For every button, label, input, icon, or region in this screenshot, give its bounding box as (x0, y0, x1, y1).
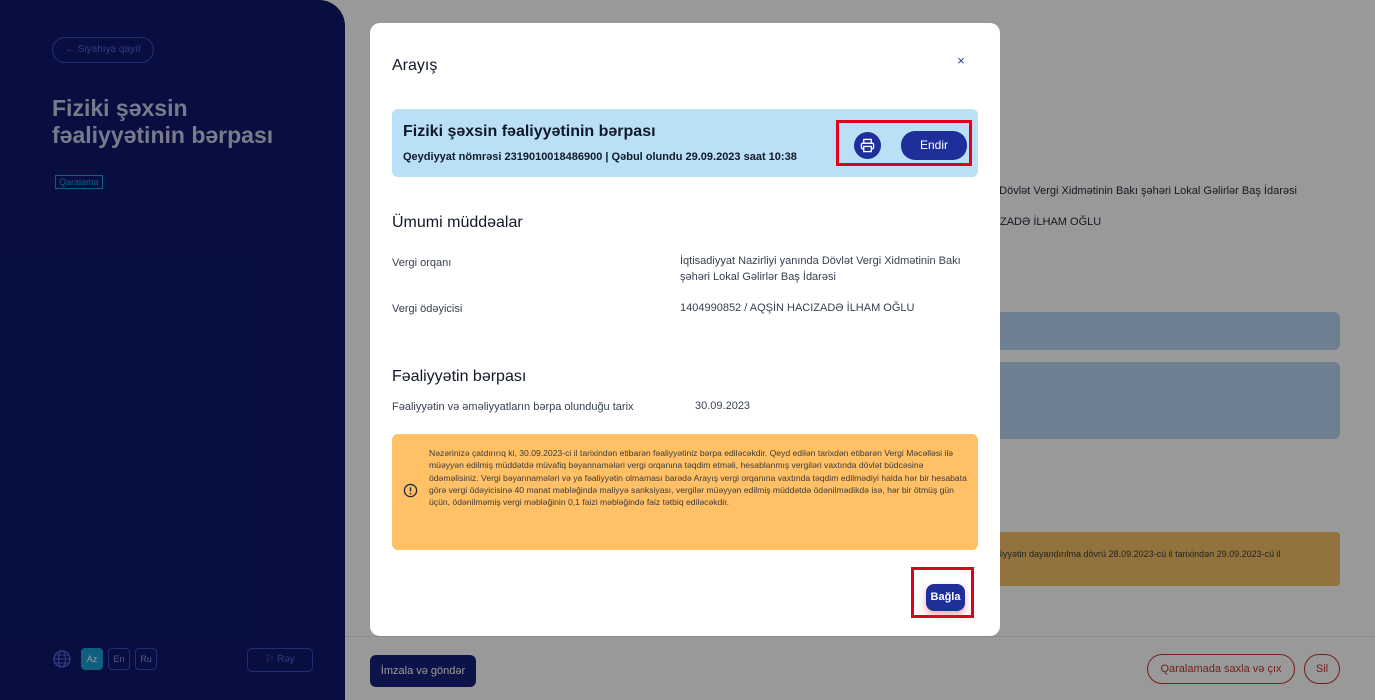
tax-authority-value: İqtisadiyyat Nazirliyi yanında Dövlət Ve… (680, 255, 961, 283)
info-icon (403, 483, 418, 498)
restoration-title: Fəaliyyətin bərpası (392, 368, 527, 385)
tax-authority-label: Vergi orqanı (392, 257, 452, 269)
print-button[interactable] (854, 132, 881, 159)
printer-icon (860, 138, 875, 153)
warning-notice: Nəzərinizə çatdırırıq ki, 30.09.2023-ci … (392, 434, 978, 550)
warning-text: Nəzərinizə çatdırırıq ki, 30.09.2023-ci … (429, 448, 967, 508)
registration-info: Qeydiyyat nömrəsi 2319010018486900 | Qəb… (403, 151, 797, 163)
document-title: Fiziki şəxsin fəaliyyətinin bərpası (403, 123, 656, 140)
download-button[interactable]: Endir (901, 131, 967, 160)
modal-title: Arayış (392, 57, 438, 74)
restoration-date-value: 30.09.2023 (695, 400, 751, 412)
certificate-modal: Arayış × Fiziki şəxsin fəaliyyətinin bər… (370, 23, 1000, 636)
close-button[interactable]: Bağla (926, 584, 965, 611)
taxpayer-label: Vergi ödəyicisi (392, 303, 463, 315)
taxpayer-value: 1404990852 / AQŞİN HACIZADƏ İLHAM OĞLU (680, 302, 915, 314)
close-icon[interactable]: × (953, 53, 969, 69)
restoration-date-label: Fəaliyyətin və əməliyyatların bərpa olun… (392, 401, 634, 413)
general-provisions-title: Ümumi müddəalar (392, 214, 523, 231)
document-header-card: Fiziki şəxsin fəaliyyətinin bərpası Qeyd… (392, 109, 978, 177)
